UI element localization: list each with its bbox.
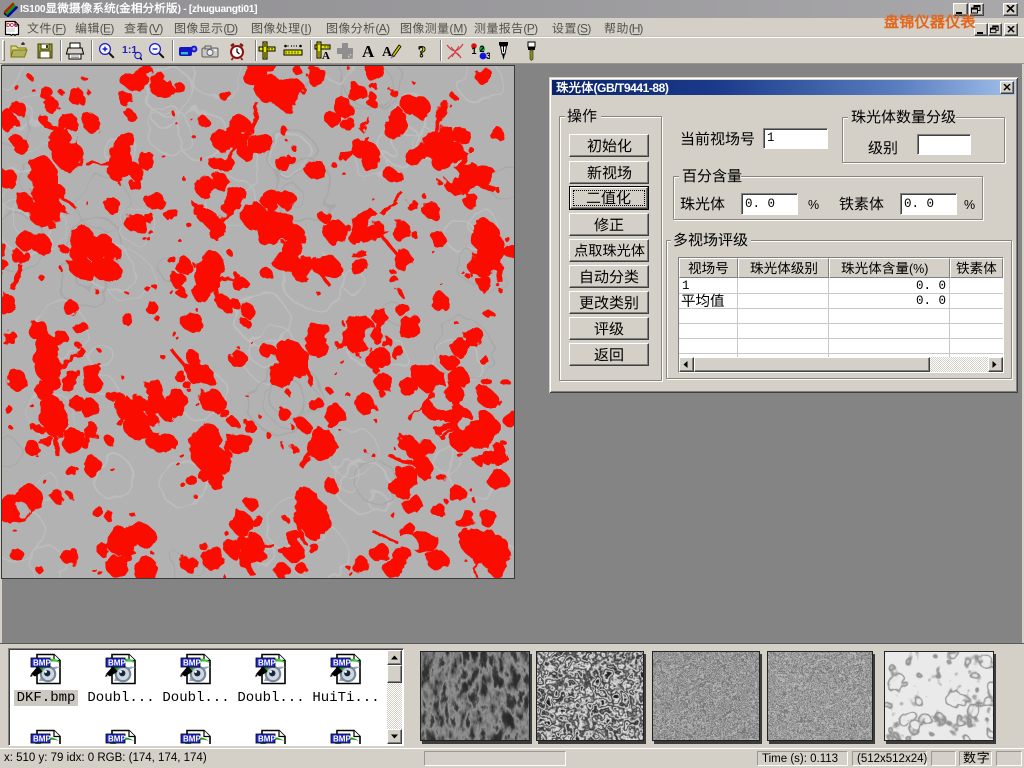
svg-text:BMP: BMP	[33, 659, 51, 668]
svg-text:3: 3	[486, 51, 490, 61]
svg-text:BMP: BMP	[183, 735, 201, 744]
svg-text:(I): (I)	[300, 22, 311, 36]
svg-text:BMP: BMP	[33, 735, 51, 744]
svg-text:(%): (%)	[909, 262, 928, 276]
svg-text:BMP: BMP	[183, 659, 201, 668]
svg-text:(: (	[116, 4, 120, 15]
svg-text:BMP: BMP	[333, 659, 351, 668]
svg-text:(E): (E)	[100, 22, 115, 36]
svg-text:1: 1	[472, 46, 477, 56]
svg-text:(A): (A)	[375, 22, 390, 36]
svg-text:BMP: BMP	[258, 659, 276, 668]
svg-text:BMP: BMP	[258, 735, 276, 744]
svg-text:) - [zhuguangti01]: ) - [zhuguangti01]	[178, 4, 258, 15]
svg-text:BMP: BMP	[333, 735, 351, 744]
svg-text:(S): (S)	[577, 22, 592, 36]
svg-text:(H): (H)	[629, 22, 644, 36]
svg-text:BMP: BMP	[108, 659, 126, 668]
svg-text:2: 2	[480, 44, 485, 54]
svg-text:A: A	[322, 50, 330, 61]
svg-text:(GB/T9441-88): (GB/T9441-88)	[594, 81, 669, 95]
svg-text:(D): (D)	[223, 22, 238, 36]
svg-text:(M): (M)	[449, 22, 467, 36]
svg-text:(F): (F)	[52, 22, 67, 36]
svg-text:IS100: IS100	[20, 4, 46, 15]
svg-text:?: ?	[418, 44, 426, 61]
svg-text:(V): (V)	[149, 22, 164, 36]
svg-text:A: A	[362, 42, 375, 61]
svg-text:(P): (P)	[523, 22, 538, 36]
svg-text:BMP: BMP	[108, 735, 126, 744]
svg-text:DOC: DOC	[6, 23, 18, 29]
